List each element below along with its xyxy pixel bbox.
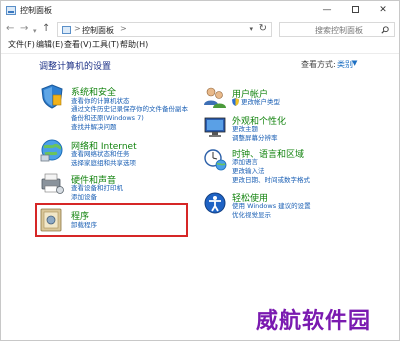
search-placeholder: 搜索控制面板 [315, 26, 363, 35]
refresh-icon[interactable]: ↻ [259, 23, 267, 34]
menu-help[interactable]: 帮助(H) [120, 39, 148, 50]
link-windows-suggested-settings[interactable]: 使用 Windows 建议的设置 [232, 202, 311, 211]
link-uninstall-program[interactable]: 卸载程序 [71, 221, 97, 230]
window-title: 控制面板 [20, 6, 52, 15]
breadcrumb-control-panel[interactable]: 控制面板 [82, 25, 114, 36]
page-title: 调整计算机的设置 [39, 62, 112, 72]
menu-file[interactable]: 文件(F) [8, 39, 35, 50]
maximize-button[interactable] [341, 2, 369, 20]
control-panel-window: 控制面板 — ✕ ← → ▾ ↑ > 控制面板 > ▾ ↻ 搜索控制面板 文件(… [0, 0, 400, 341]
title-bar: 控制面板 — ✕ [1, 1, 399, 21]
watermark-text: 威航软件园 [256, 308, 372, 334]
link-change-account-type[interactable]: 更改帐户类型 [241, 98, 280, 107]
address-dropdown-chevron-icon[interactable]: ▾ [249, 25, 253, 33]
menu-tools[interactable]: 工具(T) [92, 39, 119, 50]
link-change-theme[interactable]: 更改主题 [232, 125, 258, 134]
programs-icon[interactable] [39, 207, 63, 233]
view-by-label: 查看方式: [301, 60, 336, 69]
ease-of-access-icon[interactable] [203, 191, 227, 215]
link-homegroup-sharing[interactable]: 选择家庭组和共享选项 [71, 159, 136, 168]
link-file-history-backup[interactable]: 通过文件历史记录保存你的文件备份副本 [71, 105, 188, 114]
forward-arrow-icon[interactable]: → [20, 22, 28, 36]
back-arrow-icon[interactable]: ← [6, 22, 14, 36]
close-button[interactable]: ✕ [369, 2, 397, 20]
network-icon[interactable] [39, 138, 65, 162]
breadcrumb-separator: > [74, 24, 81, 33]
link-date-time-format[interactable]: 更改日期、时间或数字格式 [232, 176, 310, 185]
link-change-input-method[interactable]: 更改输入法 [232, 167, 265, 176]
link-add-device[interactable]: 添加设备 [71, 193, 97, 202]
uac-shield-icon [232, 98, 239, 106]
view-by-dropdown[interactable]: 类别 [337, 59, 353, 70]
menu-bar: 文件(F) 编辑(E) 查看(V) 工具(T) 帮助(H) [1, 38, 399, 52]
link-screen-resolution[interactable]: 调整屏幕分辨率 [232, 134, 278, 143]
printer-icon[interactable] [39, 171, 65, 195]
search-input[interactable]: 搜索控制面板 [279, 22, 395, 37]
chevron-down-icon[interactable]: ▼ [352, 59, 357, 67]
shield-icon[interactable] [39, 83, 65, 109]
recent-locations-chevron-icon[interactable]: ▾ [33, 24, 37, 38]
users-icon[interactable] [203, 85, 227, 109]
menu-view[interactable]: 查看(V) [64, 39, 92, 50]
link-optimize-visual-display[interactable]: 优化视觉显示 [232, 211, 271, 220]
link-network-status[interactable]: 查看网络状态和任务 [71, 150, 130, 159]
breadcrumb-separator: > [120, 24, 127, 33]
address-bar[interactable]: > 控制面板 > ▾ ↻ [57, 22, 272, 37]
link-devices-printers[interactable]: 查看设备和打印机 [71, 184, 123, 193]
up-arrow-icon[interactable]: ↑ [42, 22, 50, 36]
divider [1, 53, 399, 54]
minimize-button[interactable]: — [313, 2, 341, 20]
link-troubleshoot[interactable]: 查找并解决问题 [71, 123, 117, 132]
link-backup-restore[interactable]: 备份和还原(Windows 7) [71, 114, 144, 123]
maximize-icon [351, 6, 359, 13]
navigation-bar: ← → ▾ ↑ > 控制面板 > ▾ ↻ 搜索控制面板 [1, 21, 399, 38]
search-icon [381, 26, 389, 34]
clock-globe-icon[interactable] [203, 147, 227, 171]
menu-edit[interactable]: 编辑(E) [36, 39, 63, 50]
appearance-icon[interactable] [203, 114, 227, 138]
link-add-language[interactable]: 添加语言 [232, 158, 258, 167]
control-panel-icon [6, 6, 16, 15]
control-panel-icon [62, 26, 71, 34]
